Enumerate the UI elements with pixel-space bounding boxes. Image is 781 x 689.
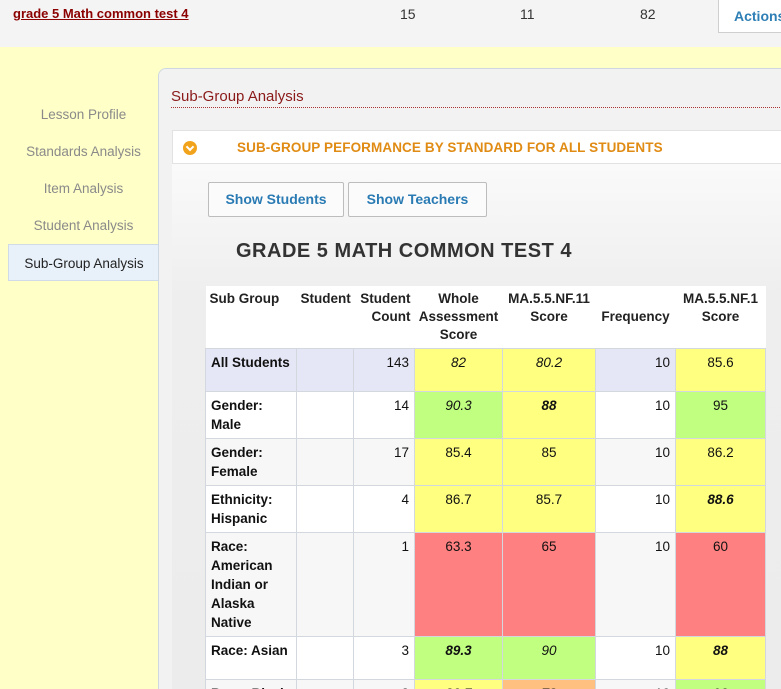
sub-group-table: Sub Group Student Student Count Whole As… — [205, 286, 766, 689]
table-header-row: Sub Group Student Student Count Whole As… — [205, 286, 766, 349]
count-cell: 3 — [353, 636, 415, 680]
student-cell — [296, 348, 354, 392]
header-standard-2-score[interactable]: MA.5.5.NF.1 Score — [675, 286, 766, 349]
sidebar-item-sub-group-analysis[interactable]: Sub-Group Analysis — [8, 244, 159, 281]
whole-score-cell: 86.7 — [414, 485, 503, 533]
report-title: GRADE 5 MATH COMMON TEST 4 — [236, 240, 572, 262]
standard-1-cell: 88 — [502, 391, 596, 439]
actions-button[interactable]: Actions — [718, 0, 781, 33]
table-row: Gender: Female 17 85.4 85 10 86.2 — [205, 438, 766, 486]
table-row: Race: Asian 3 89.3 90 10 88 — [205, 636, 766, 680]
standard-2-cell: 92 — [675, 679, 766, 689]
show-teachers-button[interactable]: Show Teachers — [348, 182, 487, 217]
frequency-cell: 10 — [595, 438, 676, 486]
frequency-cell: 10 — [595, 532, 676, 637]
standard-1-cell: 78 — [502, 679, 596, 689]
header-sub-group[interactable]: Sub Group — [205, 286, 297, 349]
frequency-cell: 10 — [595, 636, 676, 680]
standard-2-cell: 88.6 — [675, 485, 766, 533]
show-students-button[interactable]: Show Students — [208, 182, 344, 217]
sub-group-cell: Gender: Female — [205, 438, 297, 486]
frequency-cell: 10 — [595, 348, 676, 392]
frequency-cell: 10 — [595, 485, 676, 533]
student-cell — [296, 532, 354, 637]
student-cell — [296, 636, 354, 680]
header-whole-assessment-score[interactable]: Whole Assessment Score — [414, 286, 503, 349]
top-value-1: 15 — [400, 6, 416, 22]
standard-1-cell: 80.2 — [502, 348, 596, 392]
student-cell — [296, 485, 354, 533]
count-cell: 143 — [353, 348, 415, 392]
header-standard-1-score[interactable]: MA.5.5.NF.11 Score — [502, 286, 596, 349]
sidebar-item-item-analysis[interactable]: Item Analysis — [8, 170, 159, 207]
table-row: Gender: Male 14 90.3 88 10 95 — [205, 391, 766, 439]
count-cell: 4 — [353, 485, 415, 533]
section-title: SUB-GROUP PEFORMANCE BY STANDARD FOR ALL… — [237, 140, 663, 155]
count-cell: 3 — [353, 679, 415, 689]
student-cell — [296, 391, 354, 439]
whole-score-cell: 82.7 — [414, 679, 503, 689]
table-row: Ethnicity: Hispanic 4 86.7 85.7 10 88.6 — [205, 485, 766, 533]
assessment-link[interactable]: grade 5 Math common test 4 — [13, 6, 189, 21]
top-value-3: 82 — [640, 6, 656, 22]
table-row: All Students 143 82 80.2 10 85.6 — [205, 348, 766, 392]
standard-2-cell: 88 — [675, 636, 766, 680]
standard-1-cell: 85 — [502, 438, 596, 486]
sub-group-cell: Race: Asian — [205, 636, 297, 680]
standard-1-cell: 90 — [502, 636, 596, 680]
top-value-2: 11 — [520, 6, 535, 22]
standard-1-cell: 65 — [502, 532, 596, 637]
whole-score-cell: 63.3 — [414, 532, 503, 637]
sub-group-cell: Race: Black — [205, 679, 297, 689]
standard-1-cell: 85.7 — [502, 485, 596, 533]
top-bar: grade 5 Math common test 4 15 11 82 Acti… — [0, 0, 781, 47]
title-divider — [171, 107, 781, 108]
sidebar-item-student-analysis[interactable]: Student Analysis — [8, 207, 159, 244]
header-frequency[interactable]: Frequency — [595, 286, 676, 349]
panel-title: Sub-Group Analysis — [171, 88, 304, 105]
count-cell: 14 — [353, 391, 415, 439]
table-row: Race: American Indian or Alaska Native 1… — [205, 532, 766, 637]
count-cell: 17 — [353, 438, 415, 486]
sub-group-cell: Race: American Indian or Alaska Native — [205, 532, 297, 637]
whole-score-cell: 89.3 — [414, 636, 503, 680]
standard-2-cell: 85.6 — [675, 348, 766, 392]
whole-score-cell: 90.3 — [414, 391, 503, 439]
sidebar-item-standards-analysis[interactable]: Standards Analysis — [8, 133, 159, 170]
sub-group-cell: Gender: Male — [205, 391, 297, 439]
count-cell: 1 — [353, 532, 415, 637]
sub-group-cell: Ethnicity: Hispanic — [205, 485, 297, 533]
sidebar-nav: Lesson Profile Standards Analysis Item A… — [8, 96, 159, 281]
whole-score-cell: 85.4 — [414, 438, 503, 486]
student-cell — [296, 679, 354, 689]
table-row: Race: Black 3 82.7 78 10 92 — [205, 679, 766, 689]
student-cell — [296, 438, 354, 486]
section-header[interactable]: SUB-GROUP PEFORMANCE BY STANDARD FOR ALL… — [172, 130, 781, 164]
frequency-cell: 10 — [595, 679, 676, 689]
frequency-cell: 10 — [595, 391, 676, 439]
sidebar-item-lesson-profile[interactable]: Lesson Profile — [8, 96, 159, 133]
header-student-count[interactable]: Student Count — [353, 286, 415, 349]
header-student[interactable]: Student — [296, 286, 354, 349]
sub-group-cell: All Students — [205, 348, 297, 392]
chevron-down-icon[interactable] — [183, 141, 197, 155]
standard-2-cell: 86.2 — [675, 438, 766, 486]
standard-2-cell: 60 — [675, 532, 766, 637]
standard-2-cell: 95 — [675, 391, 766, 439]
whole-score-cell: 82 — [414, 348, 503, 392]
